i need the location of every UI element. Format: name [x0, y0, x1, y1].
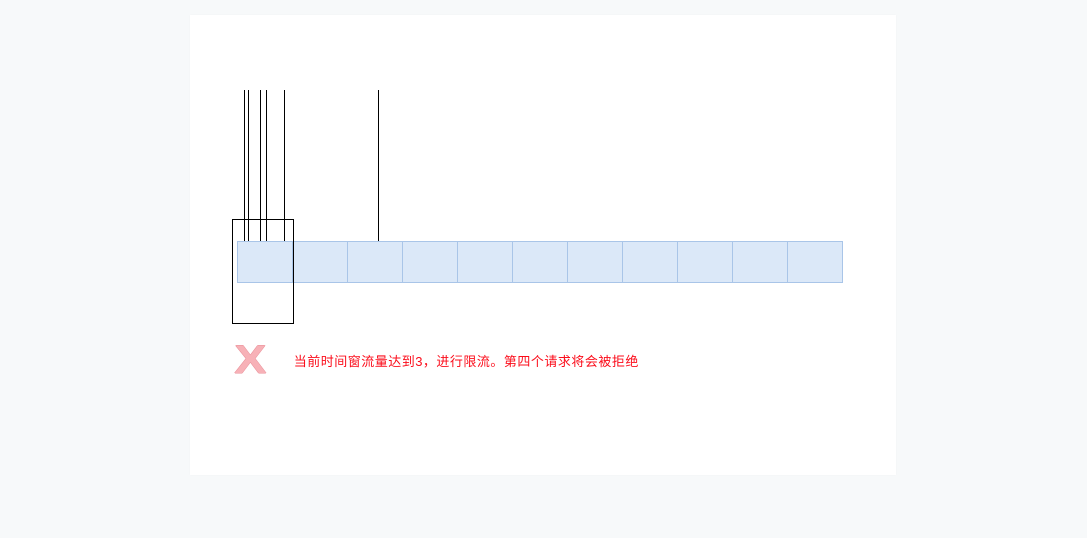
timeline-cell	[732, 241, 788, 283]
reject-x-icon: X	[234, 340, 266, 380]
caption-text: 当前时间窗流量达到3，进行限流。第四个请求将会被拒绝	[294, 351, 639, 370]
timeline-cell	[457, 241, 513, 283]
request-line	[266, 90, 267, 241]
timeline-cell	[677, 241, 733, 283]
timeline-cell	[787, 241, 843, 283]
timeline-cell	[402, 241, 458, 283]
timeline-row	[237, 241, 843, 283]
request-line	[378, 90, 379, 241]
request-line	[248, 90, 249, 241]
timeline-cell	[512, 241, 568, 283]
timeline-cell	[292, 241, 348, 283]
request-line	[260, 90, 261, 241]
request-line	[244, 90, 245, 241]
request-line	[284, 90, 285, 241]
timeline-cell	[567, 241, 623, 283]
diagram-canvas: X 当前时间窗流量达到3，进行限流。第四个请求将会被拒绝	[190, 15, 896, 475]
rate-limit-caption: X 当前时间窗流量达到3，进行限流。第四个请求将会被拒绝	[237, 340, 639, 380]
timeline-cell	[347, 241, 403, 283]
timeline-cell	[622, 241, 678, 283]
